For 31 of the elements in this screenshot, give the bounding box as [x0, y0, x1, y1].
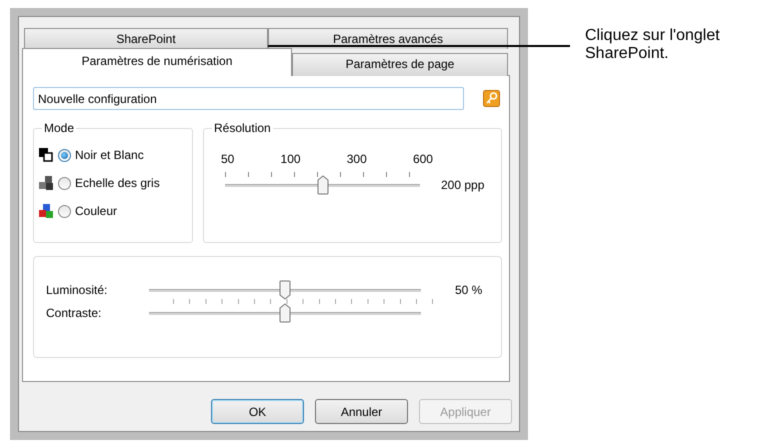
group-title: Mode [42, 121, 76, 135]
slider-thumb[interactable] [279, 303, 291, 323]
scale-label: 50 [221, 152, 234, 166]
dialog-button[interactable]: OK [211, 399, 304, 424]
key-icon[interactable] [483, 90, 500, 107]
slider-label: Luminosité: [46, 283, 108, 297]
resolution-value: 200 ppp [441, 178, 484, 192]
tab[interactable]: Paramètres de numérisation [22, 48, 292, 76]
radio-label: Couleur [75, 204, 118, 218]
stacked-squares-icon [38, 147, 54, 163]
slider-thumb[interactable] [316, 175, 328, 195]
radio-button[interactable] [58, 204, 71, 218]
radio-button[interactable] [58, 148, 71, 162]
callout-text: Cliquez sur l'onglet SharePoint. [585, 27, 721, 63]
slider-value: 50 % [455, 283, 482, 297]
slider-label: Contraste: [46, 306, 102, 320]
scale-label: 100 [280, 152, 301, 166]
dialog-button[interactable]: Annuler [315, 399, 408, 424]
group-title: Résolution [212, 121, 273, 135]
slider-thumb[interactable] [279, 280, 291, 300]
scale-label: 300 [346, 152, 367, 166]
configuration-field[interactable]: Nouvelle configuration [33, 87, 464, 110]
radio-button[interactable] [58, 176, 71, 190]
radio-label: Echelle des gris [75, 176, 160, 190]
scale-label: 600 [412, 152, 433, 166]
tab[interactable]: Paramètres avancés [268, 28, 508, 49]
tab[interactable]: SharePoint [24, 28, 268, 49]
radio-label: Noir et Blanc [75, 148, 144, 162]
small-cubes-icon [38, 175, 54, 191]
tab[interactable]: Paramètres de page [292, 53, 508, 76]
three-cubes-icon [38, 203, 54, 219]
